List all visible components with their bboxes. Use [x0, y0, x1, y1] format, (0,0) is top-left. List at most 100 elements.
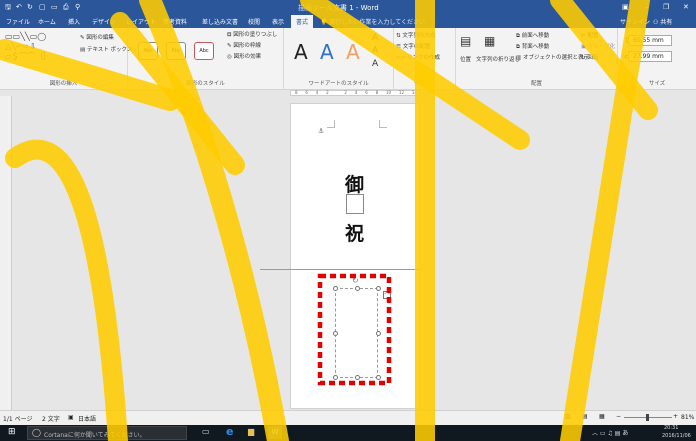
tab-review[interactable]: 校閲 [248, 17, 260, 26]
resize-handle[interactable] [355, 375, 360, 380]
shape-style-1[interactable]: Abc [138, 42, 158, 60]
signin-link[interactable]: サインイン [620, 17, 650, 26]
textbox-button[interactable]: ▤ テキスト ボックス [80, 45, 132, 53]
windows-start-icon[interactable]: ⊞ [8, 427, 16, 437]
text-direction-button[interactable]: ⇅ 文字列の方向 [396, 31, 435, 39]
layout-options-icon[interactable]: ⌒ [383, 291, 391, 299]
resize-handle[interactable] [333, 375, 338, 380]
zoom-in-icon[interactable]: + [673, 413, 678, 420]
resize-handle[interactable] [333, 286, 338, 291]
clock-date[interactable]: 2016/11/06 [662, 433, 691, 439]
resize-handle[interactable] [355, 286, 360, 291]
minimize-icon[interactable]: – [645, 3, 649, 11]
document-page[interactable]: ⚓ 御 祝 ↻ ⌒ [290, 103, 420, 409]
file-explorer-icon[interactable]: ▆ [248, 427, 254, 436]
word-count[interactable]: 2 文字 [42, 414, 60, 423]
tab-references[interactable]: 参考資料 [163, 17, 187, 26]
tab-file[interactable]: ファイル [6, 17, 30, 26]
send-backward-button[interactable]: ⧉ 背面へ移動 [516, 42, 549, 51]
open-icon[interactable]: ▭ [51, 3, 58, 11]
print-layout-icon[interactable]: ▤ [582, 413, 588, 420]
share-button[interactable]: ⚇ 共有 [653, 17, 672, 26]
blank-box[interactable] [346, 194, 364, 214]
tab-layout[interactable]: レイアウト [126, 17, 156, 26]
size-label: サイズ [648, 81, 666, 87]
position-button[interactable]: 位置 [460, 55, 471, 63]
save-icon[interactable]: 🖫 [5, 3, 11, 14]
task-view-icon[interactable]: ▭ [202, 427, 210, 436]
align-button[interactable]: ⊫ 配置 [581, 31, 599, 39]
web-layout-icon[interactable]: ▦ [599, 413, 605, 420]
horizontal-ruler[interactable]: 8 6 4 2 2 4 6 8 10 12 14 [290, 90, 420, 96]
edit-shape-button[interactable]: ✎ 図形の編集 [80, 33, 114, 41]
text-fill-icon[interactable]: A [372, 33, 378, 43]
print-preview-icon[interactable]: ⚲ [75, 3, 80, 11]
page-break-line [260, 269, 420, 270]
create-link-button[interactable]: ⊂⊃ リンクの作成 [396, 53, 440, 61]
align-text-button[interactable]: ☰ 文字の配置 [396, 42, 430, 50]
shape-styles-label: 図形のスタイル [186, 81, 225, 87]
tab-home[interactable]: ホーム [38, 17, 56, 26]
title-bar: 🖫 ↶ ↻ ▢ ▭ ⎙ ⚲ 描画ツール 文書 1 - Word ▣ – ❐ ✕ [0, 0, 696, 15]
wordart-style-1[interactable]: A [294, 40, 308, 64]
shape-style-3[interactable]: Abc [194, 42, 214, 60]
tell-me-text: 実行したい作業を入力してください [329, 19, 426, 26]
redo-icon[interactable]: ↻ [27, 3, 33, 11]
shape-fill-button[interactable]: ⛾ 図形の塗りつぶし [227, 30, 277, 39]
wordart-style-3[interactable]: A [346, 40, 360, 64]
clock-time[interactable]: 20:31 [664, 425, 678, 431]
tab-design[interactable]: デザイン [92, 17, 116, 26]
resize-handle[interactable] [376, 286, 381, 291]
new-doc-icon[interactable]: ▢ [39, 3, 46, 11]
tray-icons[interactable]: ︿ ▭ ♫ ▤ あ [592, 428, 628, 437]
word-app-icon[interactable]: W [268, 426, 282, 439]
text-effects-icon[interactable]: A [372, 59, 378, 69]
wordart-style-2[interactable]: A [320, 40, 334, 64]
ruler-num: 8 [375, 90, 379, 95]
zoom-thumb[interactable] [646, 414, 649, 421]
page-count[interactable]: 1/1 ページ [3, 414, 32, 423]
tab-format[interactable]: 書式 [291, 15, 314, 28]
ruler-num: 6 [305, 90, 308, 95]
ribbon-display-icon[interactable]: ▣ [622, 3, 629, 11]
language[interactable]: 日本語 [78, 414, 96, 423]
cortana-search-box[interactable]: ◯ Cortanaに何か聞いてみてください。 [27, 426, 187, 440]
tell-me-box[interactable]: 💡 実行したい作業を入力してください [320, 17, 425, 26]
text-outline-icon[interactable]: A [372, 46, 378, 56]
group-button[interactable]: ▣ グループ化 [581, 42, 615, 50]
arrange-label: 配置 [530, 81, 542, 87]
close-icon[interactable]: ✕ [683, 3, 689, 11]
selected-textbox[interactable]: ↻ ⌒ [333, 276, 391, 380]
tab-mailings[interactable]: 差し込み文書 [202, 17, 238, 26]
bring-forward-button[interactable]: ⧉ 前面へ移動 [516, 31, 549, 40]
shape-style-2[interactable]: Abc [166, 42, 186, 60]
undo-icon[interactable]: ↶ [16, 3, 22, 11]
align-label: 配置 [587, 33, 599, 39]
vertical-ruler[interactable] [0, 96, 12, 410]
height-input[interactable]: 60.55 mm [628, 35, 672, 46]
shape-gallery[interactable]: ▭▭╲╲▭◯ △╲⌐⇨⇩ ▱＄⌒⌒｛｝ [5, 32, 77, 62]
rotate-button[interactable]: ↻ 回転 [581, 53, 598, 61]
wordart-styles-label: ワードアートのスタイル [308, 81, 369, 87]
zoom-out-icon[interactable]: − [616, 413, 621, 420]
create-link-label: リンクの作成 [406, 55, 440, 61]
edge-browser-icon[interactable]: e [226, 425, 233, 438]
shape-outline-button[interactable]: ✎ 図形の枠線 [227, 41, 261, 49]
shape-effects-button[interactable]: ◎ 図形の効果 [227, 52, 261, 60]
rotate-handle-icon[interactable]: ↻ [352, 276, 359, 285]
group-size: ⇕ 60.55 mm ⇔ 27.99 mm サイズ [618, 28, 696, 90]
quick-print-icon[interactable]: ⎙ [63, 3, 69, 12]
wrap-text-button[interactable]: 文字列の折り返し [476, 55, 520, 63]
ruler-num: 12 [398, 90, 404, 95]
zoom-level[interactable]: 81% [681, 414, 694, 421]
tab-view[interactable]: 表示 [272, 17, 284, 26]
resize-handle[interactable] [376, 375, 381, 380]
proofing-icon[interactable]: ▣ [68, 414, 74, 421]
resize-handle[interactable] [376, 331, 381, 336]
resize-handle[interactable] [333, 331, 338, 336]
width-input[interactable]: 27.99 mm [628, 51, 672, 62]
tab-insert[interactable]: 挿入 [68, 17, 80, 26]
maximize-icon[interactable]: ❐ [663, 3, 669, 11]
read-mode-icon[interactable]: ▥ [565, 413, 571, 420]
selection-pane-button[interactable]: ▥ オブジェクトの選択と表示 [516, 53, 589, 61]
